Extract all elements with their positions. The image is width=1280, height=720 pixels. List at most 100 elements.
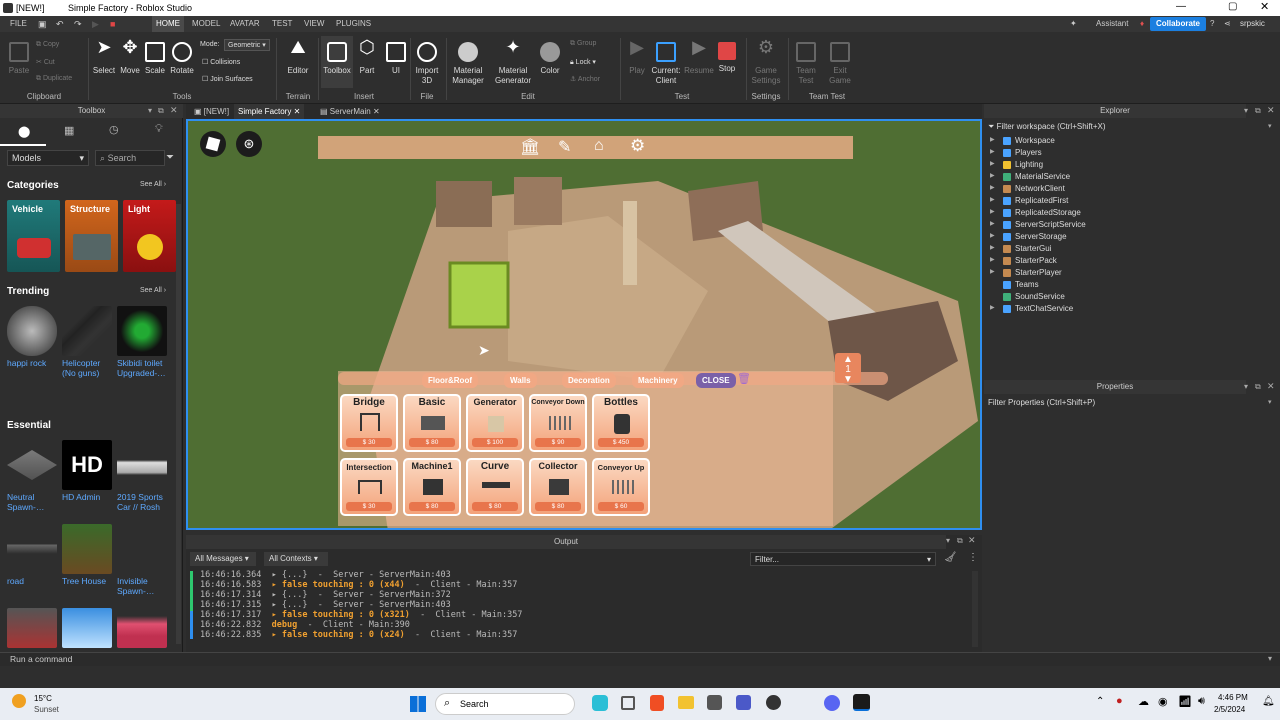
- expand-icon[interactable]: ▶: [990, 136, 995, 143]
- clock-time[interactable]: 4:46 PM: [1218, 693, 1248, 702]
- panel-dropdown-icon[interactable]: ▾: [1244, 382, 1248, 391]
- explorer-item[interactable]: StarterPack: [1015, 256, 1057, 265]
- chevron-down-icon[interactable]: ▾: [1268, 122, 1272, 130]
- model-thumbnail[interactable]: [7, 608, 57, 648]
- menu-home[interactable]: HOME: [152, 16, 184, 32]
- item-card[interactable]: Conveyor Down $ 90: [529, 394, 587, 452]
- copy-button[interactable]: ⧉ Copy: [36, 41, 59, 49]
- explorer-item[interactable]: ServerStorage: [1015, 232, 1067, 241]
- game-settings-button[interactable]: ⚙ Game Settings: [750, 38, 782, 86]
- message-type-dropdown[interactable]: All Messages ▾: [190, 552, 256, 566]
- undock-icon[interactable]: ⧉: [957, 536, 963, 546]
- hd-admin-thumbnail[interactable]: HD: [62, 440, 112, 490]
- tab-simple-factory[interactable]: Simple Factory ✕: [234, 104, 305, 119]
- spawn-thumbnail[interactable]: [7, 450, 57, 480]
- sky-thumbnail[interactable]: [62, 608, 112, 648]
- tab-walls[interactable]: Walls: [504, 373, 537, 388]
- current-client-button[interactable]: Current: Client: [650, 42, 682, 86]
- filter-icon[interactable]: ⏷: [166, 152, 174, 163]
- command-input[interactable]: Run a command: [10, 654, 72, 664]
- tab-decoration[interactable]: Decoration: [562, 373, 616, 388]
- explorer-item[interactable]: Players: [1015, 148, 1042, 157]
- ui-button[interactable]: UI: [385, 42, 407, 76]
- item-card[interactable]: Intersection $ 30: [340, 458, 398, 516]
- rotation-counter[interactable]: ▲ 1 ▼: [835, 353, 861, 385]
- tab-machinery[interactable]: Machinery: [632, 373, 684, 388]
- expand-icon[interactable]: ▶: [990, 148, 995, 155]
- rotate-button[interactable]: Rotate: [169, 42, 195, 76]
- item-card[interactable]: Collector $ 80: [529, 458, 587, 516]
- more-options-icon[interactable]: ⋮: [968, 552, 978, 563]
- explorer-item[interactable]: Teams: [1015, 280, 1039, 289]
- menu-test[interactable]: TEST: [268, 16, 296, 32]
- menu-file[interactable]: FILE: [6, 16, 31, 32]
- toolbox-button[interactable]: Toolbox: [321, 36, 353, 88]
- tray-chevron-icon[interactable]: ⌃: [1096, 696, 1104, 707]
- settings-icon[interactable]: ⚙: [630, 136, 645, 156]
- user-name[interactable]: srpskic: [1236, 16, 1269, 32]
- search-input[interactable]: ⌕ Search: [95, 150, 165, 166]
- properties-filter-input[interactable]: Filter Properties (Ctrl+Shift+P): [988, 396, 1276, 410]
- item-card[interactable]: Generator $ 100: [466, 394, 524, 452]
- play-small-icon[interactable]: ▶: [88, 16, 103, 32]
- game-viewport[interactable]: ⊛ 🏛︎ ✎ ⌂ ⚙ ➤ Floor&Roof Walls Decoration…: [186, 119, 982, 530]
- tab-new[interactable]: ▣ [NEW!]: [190, 104, 233, 119]
- expand-icon[interactable]: ▶: [990, 220, 995, 227]
- item-card[interactable]: Conveyor Up $ 60: [592, 458, 650, 516]
- category-card-light[interactable]: Light: [123, 200, 176, 272]
- select-button[interactable]: ➤ Select: [92, 38, 116, 76]
- onedrive-icon[interactable]: ☁: [1138, 695, 1149, 708]
- anchor-button[interactable]: ⚓︎ Anchor: [570, 75, 600, 83]
- weather-temp[interactable]: 15°C: [34, 694, 52, 703]
- essential-item-label[interactable]: Tree House: [62, 576, 106, 586]
- explorer-item[interactable]: StarterGui: [1015, 244, 1051, 253]
- material-generator-button[interactable]: ✦ Material Generator: [493, 38, 533, 86]
- expand-icon[interactable]: ▶: [990, 208, 995, 215]
- tab-servermain[interactable]: ▤ ServerMain ✕: [316, 104, 384, 119]
- paste-button[interactable]: Paste: [6, 42, 32, 76]
- wifi-icon[interactable]: 📶︎: [1178, 695, 1192, 708]
- sports-car-thumbnail[interactable]: [117, 440, 167, 490]
- panel-close-icon[interactable]: ✕: [170, 105, 178, 116]
- item-card[interactable]: Machine1 $ 80: [403, 458, 461, 516]
- tab-close-icon[interactable]: ✕: [294, 107, 301, 116]
- volume-icon[interactable]: 🔊︎: [1198, 695, 1205, 708]
- explorer-item[interactable]: ReplicatedFirst: [1015, 196, 1068, 205]
- output-scrollbar[interactable]: [972, 571, 978, 647]
- color-button[interactable]: Color: [538, 42, 562, 76]
- see-all-categories-link[interactable]: See All ›: [140, 181, 166, 188]
- menu-plugins[interactable]: PLUGINS: [332, 16, 375, 32]
- material-manager-button[interactable]: Material Manager: [450, 42, 486, 86]
- app-icon[interactable]: [766, 695, 781, 710]
- clock-icon[interactable]: ◷: [109, 123, 119, 136]
- terrain-editor-button[interactable]: ⛰ Editor: [284, 38, 312, 76]
- panel-dropdown-icon[interactable]: ▾: [1244, 106, 1248, 115]
- item-card[interactable]: Curve $ 80: [466, 458, 524, 516]
- menu-view[interactable]: VIEW: [300, 16, 328, 32]
- import-3d-button[interactable]: Import 3D: [412, 42, 442, 86]
- happi-rock-thumbnail[interactable]: [7, 306, 57, 356]
- pencil-icon[interactable]: ✎: [558, 137, 571, 157]
- move-button[interactable]: ✥ Move: [118, 38, 142, 76]
- undo-icon[interactable]: ↶: [52, 16, 68, 32]
- close-icon[interactable]: ✕: [1260, 0, 1269, 13]
- explorer-item[interactable]: StarterPlayer: [1015, 268, 1062, 277]
- play-button[interactable]: ▶ Play: [626, 38, 648, 76]
- assistant-button[interactable]: Assistant: [1092, 16, 1132, 32]
- maximize-icon[interactable]: ▢: [1228, 1, 1237, 12]
- windows-start-icon[interactable]: [410, 696, 426, 712]
- stop-button[interactable]: Stop: [716, 42, 738, 74]
- shop-close-button[interactable]: CLOSE: [696, 373, 736, 388]
- explorer-item[interactable]: NetworkClient: [1015, 184, 1065, 193]
- expand-icon[interactable]: ▶: [990, 172, 995, 179]
- roblox-studio-taskbar-icon[interactable]: [853, 694, 870, 711]
- road-thumbnail[interactable]: [7, 524, 57, 574]
- skibidi-thumbnail[interactable]: [117, 306, 167, 356]
- car-thumbnail[interactable]: [117, 608, 167, 648]
- share-icon[interactable]: ⋖: [1220, 16, 1235, 32]
- command-bar[interactable]: Run a command ▾: [0, 652, 1280, 666]
- lightbulb-icon[interactable]: 💡︎: [155, 123, 163, 136]
- save-icon[interactable]: ▣: [34, 16, 51, 32]
- toolbox-scrollbar[interactable]: [176, 204, 181, 644]
- expand-icon[interactable]: ▶: [990, 256, 995, 263]
